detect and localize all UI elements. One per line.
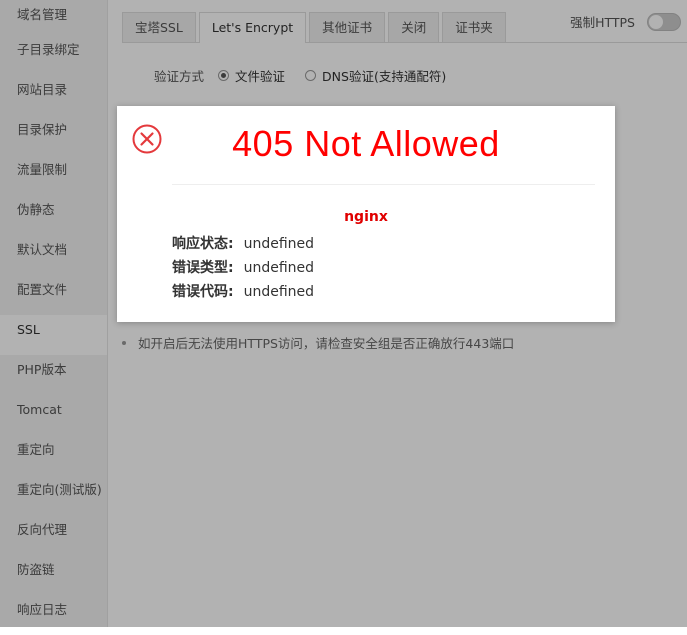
error-value: undefined	[243, 284, 315, 300]
error-row-code: 错误代码: undefined	[172, 281, 314, 301]
error-row-type: 错误类型: undefined	[172, 257, 314, 277]
error-server: nginx	[344, 209, 388, 225]
error-row-status: 响应状态: undefined	[172, 233, 314, 253]
dialog-divider	[172, 184, 595, 185]
error-title: 405 Not Allowed	[232, 123, 500, 164]
error-key: 错误类型:	[172, 260, 234, 276]
error-key: 响应状态:	[172, 236, 234, 252]
error-value: undefined	[243, 236, 315, 252]
error-key: 错误代码:	[172, 284, 234, 300]
error-value: undefined	[243, 260, 315, 276]
error-dialog: 405 Not Allowed nginx 响应状态: undefined 错误类…	[117, 106, 615, 322]
